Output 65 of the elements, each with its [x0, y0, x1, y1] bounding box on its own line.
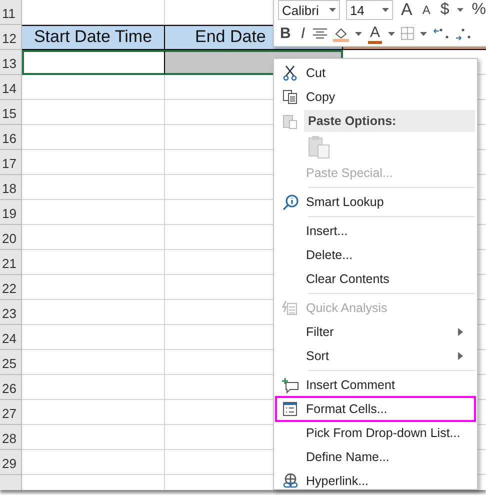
- caret-icon: [388, 32, 396, 36]
- row-header[interactable]: 22: [0, 275, 22, 300]
- borders-icon[interactable]: [401, 27, 414, 40]
- submenu-arrow-icon: [458, 352, 463, 360]
- menu-item[interactable]: Cut: [276, 61, 475, 85]
- row-header[interactable]: 28: [0, 425, 22, 450]
- row-header[interactable]: 20: [0, 225, 22, 250]
- menu-section-header: Paste Options:: [304, 110, 475, 132]
- row-header[interactable]: 29: [0, 450, 22, 475]
- submenu-arrow-icon: [458, 328, 463, 336]
- row-header[interactable]: 15: [0, 100, 22, 125]
- menu-item[interactable]: Sort: [276, 344, 475, 368]
- row-header[interactable]: 21: [0, 250, 22, 275]
- caret-icon: [420, 32, 428, 36]
- row-header[interactable]: 16: [0, 125, 22, 150]
- row-header[interactable]: 12: [0, 25, 22, 50]
- row-header[interactable]: 24: [0, 325, 22, 350]
- bold-button[interactable]: B: [278, 25, 293, 42]
- row-header[interactable]: 13: [0, 50, 22, 75]
- italic-button[interactable]: I: [298, 25, 308, 42]
- menu-item[interactable]: Smart Lookup: [276, 190, 475, 214]
- fill-color-icon[interactable]: [333, 26, 350, 42]
- menu-item[interactable]: Define Name...: [276, 445, 475, 469]
- menu-item[interactable]: Hyperlink...: [276, 469, 475, 493]
- menu-item[interactable]: Clear Contents: [276, 267, 475, 291]
- row-header[interactable]: 27: [0, 400, 22, 425]
- row-header[interactable]: 25: [0, 350, 22, 375]
- row-header[interactable]: 18: [0, 175, 22, 200]
- font-field[interactable]: Calibri: [278, 0, 340, 20]
- menu-item[interactable]: Copy: [276, 85, 475, 109]
- menu-item[interactable]: Insert...: [276, 219, 475, 243]
- globe-link-icon: [282, 472, 298, 490]
- currency-button[interactable]: $: [438, 1, 452, 20]
- align-center-icon[interactable]: [313, 28, 328, 40]
- font-size-field[interactable]: 14: [346, 0, 393, 20]
- shrink-font-button[interactable]: A: [420, 3, 432, 18]
- search-icon: [282, 194, 298, 210]
- menu-item[interactable]: Pick From Drop-down List...: [276, 421, 475, 445]
- menu-item[interactable]: Insert Comment: [276, 373, 475, 397]
- format-cells-icon: [282, 401, 298, 417]
- grow-font-button[interactable]: A: [399, 0, 414, 20]
- caret-icon: [457, 8, 464, 12]
- decimal-icon[interactable]: [433, 26, 474, 41]
- lightning-table-icon: [282, 300, 298, 316]
- caret-icon: [382, 8, 389, 12]
- percent-button[interactable]: %: [470, 1, 486, 20]
- row-header[interactable]: 19: [0, 200, 22, 225]
- font-color-button[interactable]: A: [368, 24, 382, 44]
- header-cell: Start Date Time: [22, 25, 165, 50]
- scissors-icon: [282, 65, 298, 81]
- row-header[interactable]: 17: [0, 150, 22, 175]
- menu-item[interactable]: Format Cells...: [276, 397, 475, 421]
- row-header[interactable]: 14: [0, 75, 22, 100]
- menu-item[interactable]: Delete...: [276, 243, 475, 267]
- caret-icon: [328, 8, 336, 12]
- row-header[interactable]: 11: [0, 0, 22, 25]
- comment-plus-icon: [282, 376, 298, 394]
- copy-icon: [282, 89, 298, 105]
- caret-icon: [355, 32, 362, 36]
- clipboard-icon[interactable]: [308, 135, 330, 159]
- row-header[interactable]: 26: [0, 375, 22, 400]
- clipboard-icon: [282, 113, 298, 129]
- row-header[interactable]: 23: [0, 300, 22, 325]
- selected-cell[interactable]: [22, 50, 165, 75]
- menu-item[interactable]: Filter: [276, 320, 475, 344]
